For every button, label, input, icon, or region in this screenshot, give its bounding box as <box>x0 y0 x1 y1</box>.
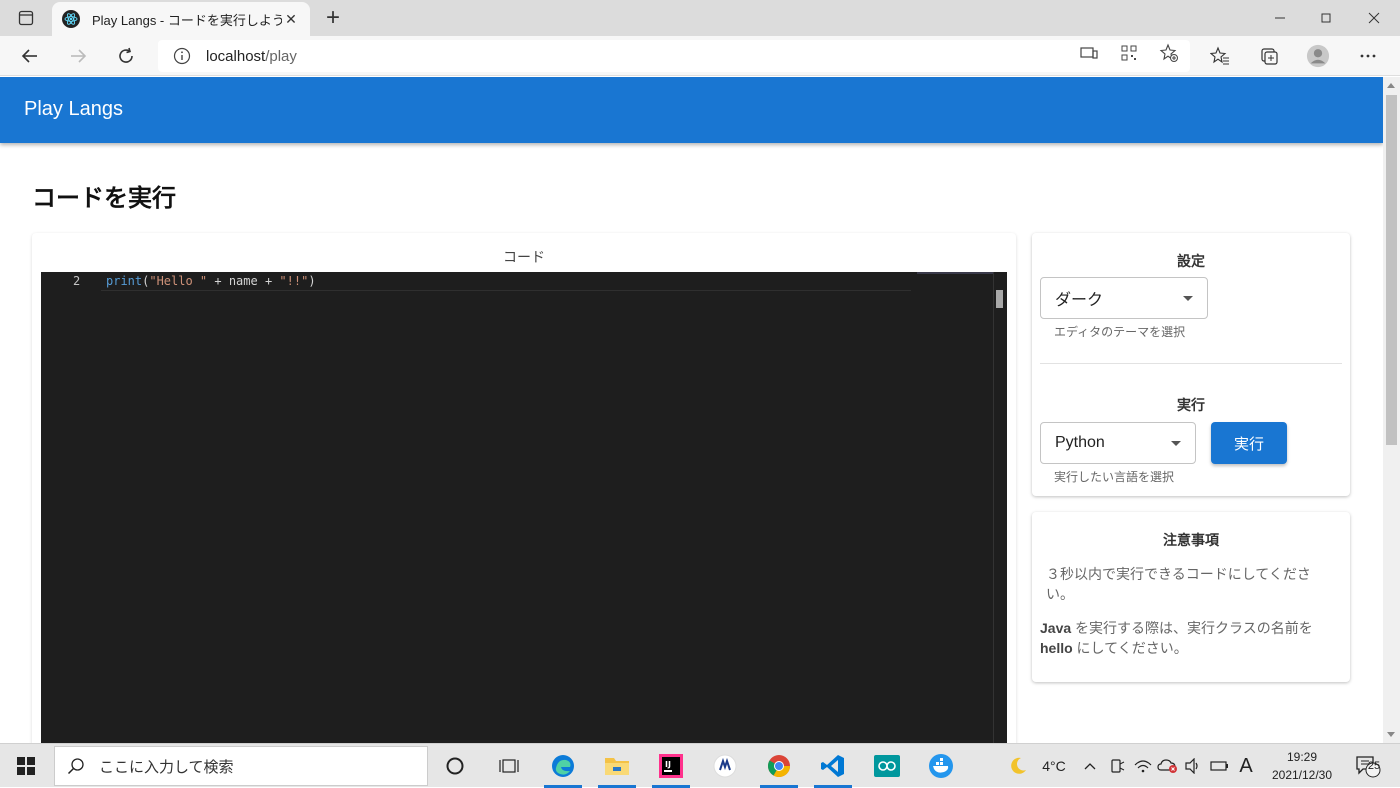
docker-icon[interactable] <box>918 744 964 788</box>
profile-avatar-icon[interactable] <box>1306 44 1330 68</box>
run-button[interactable]: 実行 <box>1211 422 1287 464</box>
minimize-icon[interactable] <box>1256 0 1304 36</box>
notes-heading: 注意事項 <box>1163 532 1219 548</box>
address-bar[interactable]: localhost/play <box>158 40 1190 72</box>
favorites-icon[interactable] <box>1208 44 1232 68</box>
language-helper-text: 実行したい言語を選択 <box>1054 470 1175 484</box>
dropdown-caret-icon <box>1171 441 1181 446</box>
page-title: コードを実行 <box>32 185 176 212</box>
code-editor-card: コード 2 print("Hello " + name + "!!") <box>32 233 1016 743</box>
theme-helper-text: エディタのテーマを選択 <box>1054 325 1186 339</box>
intellij-icon[interactable]: IJ <box>648 744 694 788</box>
taskbar: ここに入力して検索 IJ 4°C A 19:29 2021/12/30 25 <box>0 743 1400 788</box>
notification-count: 25 <box>1367 760 1381 772</box>
search-placeholder: ここに入力して検索 <box>99 758 234 776</box>
line-number: 2 <box>73 274 81 288</box>
language-select-value: Python <box>1055 434 1105 451</box>
notes-card: 注意事項 ３秒以内で実行できるコードにしてください。 Java を実行する際は、… <box>1032 512 1350 682</box>
code-editor[interactable]: 2 print("Hello " + name + "!!") <box>41 272 1007 743</box>
add-favorite-icon[interactable] <box>1158 42 1180 64</box>
file-explorer-icon[interactable] <box>594 744 640 788</box>
browser-tab[interactable]: Play Langs - コードを実行しよう ✕ <box>52 2 310 36</box>
settings-heading: 設定 <box>1177 253 1205 269</box>
react-logo-icon <box>62 10 80 28</box>
tab-actions-icon[interactable] <box>8 5 44 31</box>
window-close-icon[interactable] <box>1350 0 1398 36</box>
taskbar-clock[interactable]: 19:29 2021/12/30 <box>1262 748 1342 784</box>
search-icon <box>67 758 84 775</box>
svg-text:IJ: IJ <box>665 760 671 769</box>
clock-time: 19:29 <box>1286 750 1318 764</box>
more-options-icon[interactable] <box>1356 44 1380 68</box>
wifi-icon[interactable] <box>1132 744 1154 788</box>
section-divider <box>1040 363 1342 364</box>
tab-title: Play Langs - コードを実行しよう <box>92 12 282 28</box>
back-icon[interactable] <box>14 40 46 72</box>
scroll-down-icon[interactable] <box>1387 732 1395 737</box>
theme-select-value: ダーク <box>1055 292 1104 309</box>
app-name: Play Langs <box>24 98 123 120</box>
edge-taskbar-icon[interactable] <box>540 744 586 788</box>
clock-date: 2021/12/30 <box>1271 768 1333 782</box>
ime-indicator[interactable]: A <box>1236 744 1256 788</box>
vscode-icon[interactable] <box>810 744 856 788</box>
volume-icon[interactable] <box>1182 744 1204 788</box>
app-bar: Play Langs <box>0 77 1383 143</box>
collections-icon[interactable] <box>1257 44 1281 68</box>
language-select[interactable]: Python <box>1040 422 1196 464</box>
chrome-icon[interactable] <box>756 744 802 788</box>
note-timeout: ３秒以内で実行できるコードにしてください。 <box>1046 566 1311 602</box>
task-view-icon[interactable] <box>486 744 532 788</box>
qr-code-icon[interactable] <box>1118 42 1140 64</box>
url-text: localhost/play <box>206 47 297 65</box>
browser-tab-strip: Play Langs - コードを実行しよう ✕ + <box>0 0 1400 36</box>
forward-icon[interactable] <box>62 40 94 72</box>
page-scrollbar[interactable] <box>1383 77 1400 743</box>
theme-select[interactable]: ダーク <box>1040 277 1208 319</box>
dropdown-caret-icon <box>1183 296 1193 301</box>
settings-card: 設定 ダーク エディタのテーマを選択 実行 Python 実行 実行したい言語を… <box>1032 233 1350 496</box>
show-hidden-icons-icon[interactable] <box>1080 744 1100 788</box>
scroll-up-icon[interactable] <box>1387 83 1395 88</box>
run-heading: 実行 <box>1177 397 1205 413</box>
editor-label: コード <box>503 249 545 265</box>
battery-plug-icon[interactable] <box>1208 744 1232 788</box>
weather-moon-icon[interactable] <box>1004 744 1032 788</box>
app-taskbar-icon[interactable] <box>702 744 748 788</box>
arduino-icon[interactable] <box>864 744 910 788</box>
tab-close-icon[interactable]: ✕ <box>282 11 300 28</box>
scrollbar-thumb[interactable] <box>1386 95 1397 445</box>
meet-now-icon[interactable] <box>1106 744 1128 788</box>
minimap-slider[interactable] <box>917 272 993 274</box>
code-line[interactable]: print("Hello " + name + "!!") <box>106 274 316 288</box>
new-tab-icon[interactable]: + <box>318 4 348 32</box>
editor-scrollbar[interactable] <box>993 272 1007 743</box>
taskbar-search-input[interactable]: ここに入力して検索 <box>54 746 428 786</box>
app-available-icon[interactable] <box>1078 42 1100 64</box>
cortana-icon[interactable] <box>432 744 478 788</box>
windows-start-icon[interactable] <box>0 744 52 788</box>
weather-temperature[interactable]: 4°C <box>1034 744 1074 788</box>
onedrive-error-icon[interactable] <box>1156 744 1180 788</box>
note-java: Java を実行する際は、実行クラスの名前を hello にしてください。 <box>1040 620 1313 656</box>
page-viewport: Play Langs コードを実行 コード 2 print("Hello " +… <box>0 77 1383 743</box>
maximize-icon[interactable] <box>1302 0 1350 36</box>
refresh-icon[interactable] <box>110 40 142 72</box>
notification-center-icon[interactable]: 25 <box>1348 744 1388 788</box>
site-info-icon[interactable] <box>172 46 192 66</box>
browser-toolbar: localhost/play <box>0 36 1400 76</box>
